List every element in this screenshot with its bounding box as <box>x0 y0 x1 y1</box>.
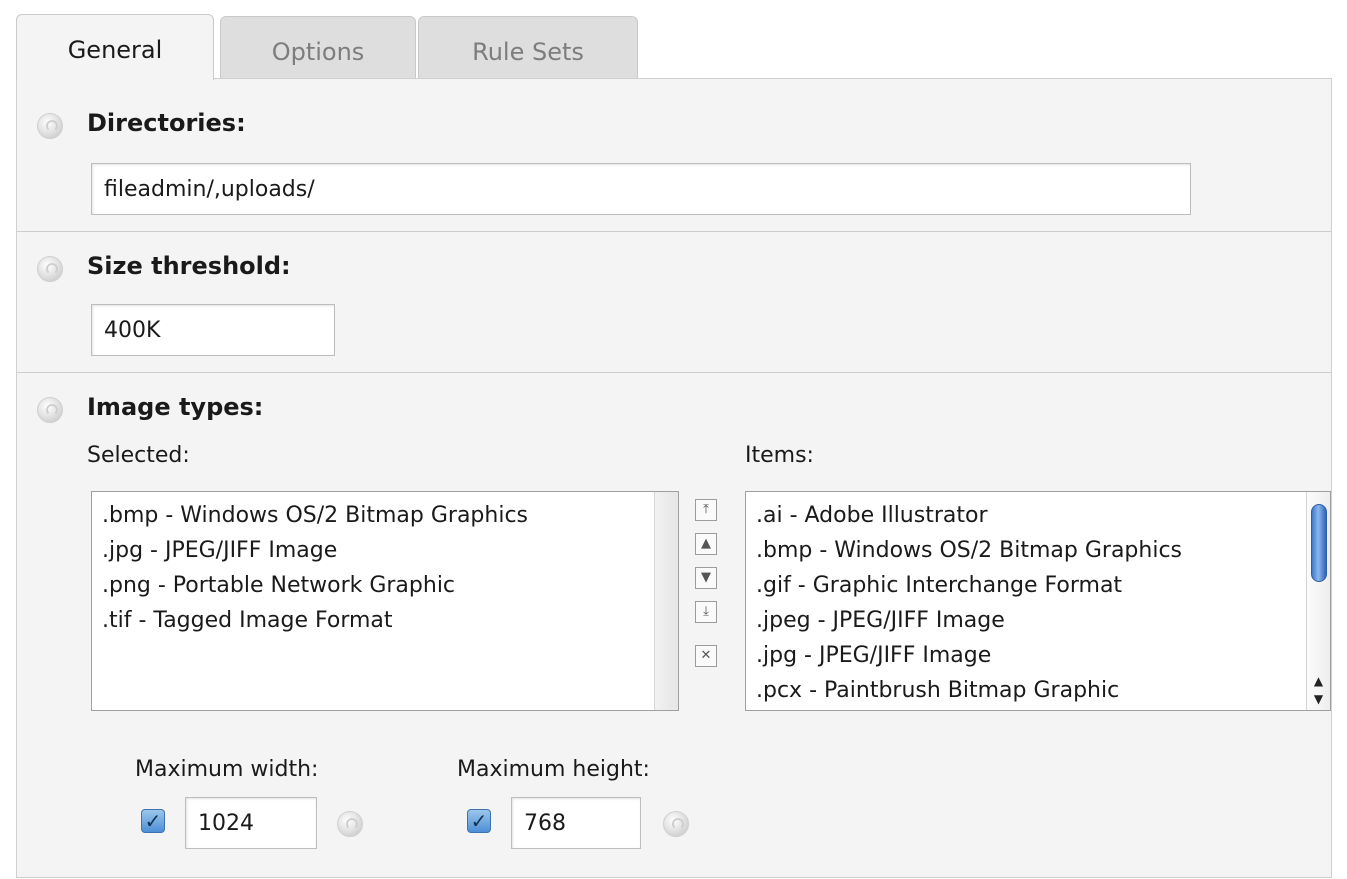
maximum-width-label: Maximum width: <box>135 757 319 782</box>
general-panel: Directories: fileadmin/,uploads/ Size th… <box>16 78 1332 878</box>
tab-options[interactable]: Options <box>220 16 416 78</box>
items-list: .ai - Adobe Illustrator .bmp - Windows O… <box>746 492 1330 708</box>
scroll-up-arrow-icon[interactable]: ▲ <box>1307 672 1330 690</box>
help-icon[interactable] <box>337 811 363 837</box>
list-item[interactable]: .png - Portable Network Graphic <box>92 568 678 603</box>
tab-general[interactable]: General <box>16 14 214 80</box>
selected-list: .bmp - Windows OS/2 Bitmap Graphics .jpg… <box>92 492 678 638</box>
selected-scrollbar[interactable] <box>654 492 678 710</box>
directories-section: Directories: fileadmin/,uploads/ <box>17 79 1331 231</box>
list-item[interactable]: .bmp - Windows OS/2 Bitmap Graphics <box>92 498 678 533</box>
maximum-width-input[interactable]: 1024 <box>185 797 317 849</box>
move-down-button[interactable]: ▼ <box>695 567 717 589</box>
help-icon[interactable] <box>37 397 63 423</box>
move-up-button[interactable]: ▲ <box>695 533 717 555</box>
list-item[interactable]: .jpg - JPEG/JIFF Image <box>92 533 678 568</box>
list-item[interactable]: .pcx - Paintbrush Bitmap Graphic <box>746 673 1330 708</box>
list-item[interactable]: .bmp - Windows OS/2 Bitmap Graphics <box>746 533 1330 568</box>
image-types-section: Image types: Selected: Items: .bmp - Win… <box>17 373 1331 877</box>
maximum-height-input[interactable]: 768 <box>511 797 641 849</box>
maximum-height-label: Maximum height: <box>457 757 650 782</box>
move-to-top-button[interactable]: ⤒ <box>695 499 717 521</box>
items-listbox[interactable]: .ai - Adobe Illustrator .bmp - Windows O… <box>745 491 1331 711</box>
selected-label: Selected: <box>87 443 190 468</box>
remove-button[interactable]: ✕ <box>695 645 717 667</box>
scroll-down-arrow-icon[interactable]: ▼ <box>1307 690 1330 708</box>
maximum-width-checkbox[interactable]: ✓ <box>141 809 165 833</box>
list-item[interactable]: .tif - Tagged Image Format <box>92 603 678 638</box>
size-threshold-section: Size threshold: 400K <box>17 232 1331 372</box>
selected-listbox[interactable]: .bmp - Windows OS/2 Bitmap Graphics .jpg… <box>91 491 679 711</box>
directories-label: Directories: <box>87 109 246 137</box>
maximum-height-checkbox[interactable]: ✓ <box>467 809 491 833</box>
list-item[interactable]: .gif - Graphic Interchange Format <box>746 568 1330 603</box>
size-threshold-label: Size threshold: <box>87 252 291 280</box>
scrollbar-thumb[interactable] <box>1311 504 1327 582</box>
items-label: Items: <box>745 443 814 468</box>
image-types-label: Image types: <box>87 393 264 421</box>
list-item[interactable]: .jpg - JPEG/JIFF Image <box>746 638 1330 673</box>
move-to-bottom-button[interactable]: ⤓ <box>695 601 717 623</box>
directories-input[interactable]: fileadmin/,uploads/ <box>91 163 1191 215</box>
size-threshold-input[interactable]: 400K <box>91 304 335 356</box>
list-item[interactable]: .jpeg - JPEG/JIFF Image <box>746 603 1330 638</box>
tab-rule-sets[interactable]: Rule Sets <box>418 16 638 78</box>
help-icon[interactable] <box>37 113 63 139</box>
list-item[interactable]: .ai - Adobe Illustrator <box>746 498 1330 533</box>
help-icon[interactable] <box>37 256 63 282</box>
help-icon[interactable] <box>663 811 689 837</box>
items-scrollbar[interactable]: ▲ ▼ <box>1306 492 1330 710</box>
